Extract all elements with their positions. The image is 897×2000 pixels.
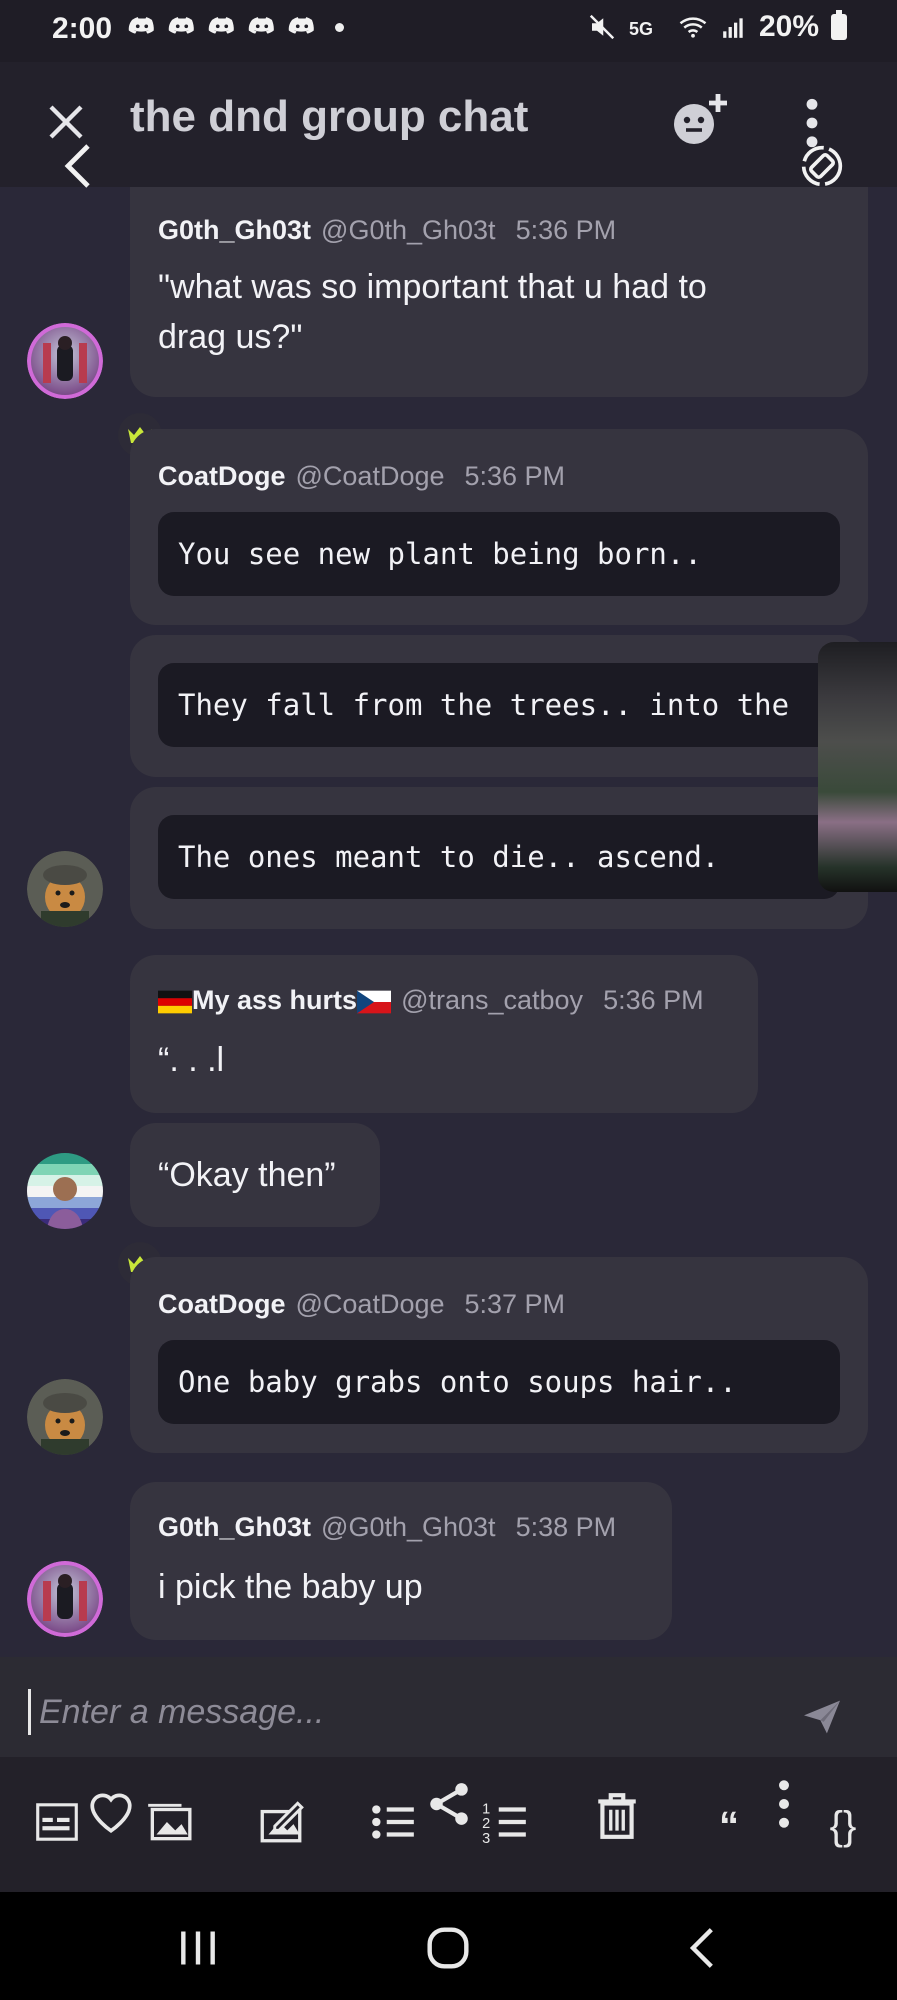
message-list[interactable]: G0th_Gh03t @G0th_Gh03t 5:36 PM "what was… — [0, 187, 897, 1657]
close-icon[interactable] — [46, 102, 86, 142]
battery-percent: 20% — [758, 10, 819, 43]
message-meta: G0th_Gh03t @G0th_Gh03t 5:36 PM — [158, 215, 616, 246]
czech-flag-icon — [357, 990, 392, 1014]
image-icon[interactable] — [144, 1797, 194, 1847]
message-text: i pick the baby up — [158, 1568, 423, 1606]
svg-text:3: 3 — [482, 1831, 490, 1847]
message-composer: Enter a message... — [0, 1657, 897, 1757]
code-block: You see new plant being born.. — [158, 512, 840, 596]
author-name[interactable]: G0th_Gh03t — [158, 215, 311, 246]
rotate-screen-icon[interactable] — [800, 144, 844, 188]
message-bubble[interactable]: They fall from the trees.. into the — [130, 635, 868, 777]
more-notifications-dot — [335, 22, 344, 32]
message-bubble[interactable]: My ass hurts @trans_catboy 5:36 PM “. . … — [130, 955, 758, 1113]
home-icon[interactable] — [426, 1926, 470, 1970]
message-bubble[interactable]: “Okay then” — [130, 1123, 380, 1227]
message-bubble[interactable]: CoatDoge @CoatDoge 5:37 PM One baby grab… — [130, 1257, 868, 1453]
author-name-with-flags[interactable]: My ass hurts — [158, 985, 392, 1016]
system-nav-bar — [0, 1892, 897, 2000]
message-input[interactable]: Enter a message... — [28, 1689, 324, 1735]
avatar[interactable] — [27, 1561, 103, 1637]
chevron-left-icon[interactable] — [64, 142, 92, 190]
recent-apps-icon[interactable] — [176, 1926, 220, 1970]
author-name[interactable]: G0th_Gh03t — [158, 1512, 311, 1543]
germany-flag-icon — [158, 990, 192, 1014]
code-block: One baby grabs onto soups hair.. — [158, 1340, 840, 1424]
svg-text:5G: 5G — [629, 19, 653, 39]
message-text-line: drag us?" — [158, 318, 303, 356]
formatting-toolbar: 123 “ {} — [0, 1757, 897, 1894]
chat-header: the dnd group chat — [0, 62, 897, 190]
message-meta: CoatDoge @CoatDoge 5:36 PM — [158, 461, 565, 492]
mute-icon — [589, 14, 615, 40]
back-nav-icon[interactable] — [682, 1926, 726, 1970]
message-bubble[interactable]: The ones meant to die.. ascend. — [130, 787, 868, 929]
add-member-icon[interactable] — [670, 92, 730, 148]
wifi-icon — [679, 17, 707, 38]
more-vertical-icon[interactable] — [800, 98, 824, 148]
author-name[interactable]: CoatDoge — [158, 1289, 286, 1320]
heart-icon[interactable] — [86, 1787, 136, 1837]
code-block: The ones meant to die.. ascend. — [158, 815, 840, 899]
discord-notification-icon — [208, 17, 234, 34]
more-icon[interactable] — [772, 1779, 796, 1829]
message-text: “Okay then” — [158, 1156, 336, 1194]
avatar[interactable] — [27, 1153, 103, 1229]
image-preview-thumbnail[interactable] — [818, 642, 897, 892]
author-handle: @CoatDoge — [295, 1289, 445, 1319]
battery-icon — [831, 10, 847, 40]
system-status-icons: 5G 20% — [587, 10, 847, 44]
discord-notification-icon — [168, 17, 194, 34]
message-time: 5:38 PM — [515, 1512, 617, 1542]
status-bar: 2:00 5G 20% — [0, 0, 897, 62]
message-text: "what was so important that u had to dra… — [158, 262, 707, 362]
author-handle: @G0th_Gh03t — [321, 1512, 496, 1542]
notification-icons — [125, 10, 344, 44]
message-meta: G0th_Gh03t @G0th_Gh03t 5:38 PM — [158, 1512, 616, 1543]
message-text: “. . .l — [158, 1041, 225, 1079]
message-time: 5:36 PM — [464, 461, 566, 491]
delete-icon[interactable] — [592, 1791, 642, 1841]
message-time: 5:37 PM — [464, 1289, 566, 1319]
send-icon[interactable] — [802, 1699, 842, 1735]
message-text-line: "what was so important that u had to — [158, 268, 707, 306]
message-time: 5:36 PM — [603, 985, 704, 1015]
avatar[interactable] — [27, 1379, 103, 1455]
message-meta: CoatDoge @CoatDoge 5:37 PM — [158, 1289, 565, 1320]
status-time: 2:00 — [52, 12, 113, 45]
avatar[interactable] — [27, 851, 103, 927]
message-bubble[interactable]: G0th_Gh03t @G0th_Gh03t 5:36 PM "what was… — [130, 187, 868, 397]
numbered-list-icon[interactable]: 123 — [480, 1797, 530, 1847]
bullet-list-icon[interactable] — [368, 1797, 418, 1847]
chat-title: the dnd group chat — [130, 92, 529, 141]
author-name[interactable]: CoatDoge — [158, 461, 286, 492]
message-bubble[interactable]: G0th_Gh03t @G0th_Gh03t 5:38 PM i pick th… — [130, 1482, 672, 1640]
cell-signal-icon — [723, 18, 743, 38]
author-handle: @trans_catboy — [401, 985, 584, 1015]
author-handle: @G0th_Gh03t — [321, 215, 496, 245]
message-time: 5:36 PM — [515, 215, 617, 245]
discord-notification-icon — [128, 17, 154, 34]
message-meta: My ass hurts @trans_catboy 5:36 PM — [158, 985, 704, 1016]
edit-image-icon[interactable] — [256, 1797, 306, 1847]
quote-icon[interactable]: “ — [704, 1801, 754, 1851]
share-icon[interactable] — [424, 1779, 474, 1829]
code-block: They fall from the trees.. into the — [158, 663, 840, 747]
discord-notification-icon — [288, 17, 314, 34]
spoiler-icon[interactable] — [32, 1797, 82, 1847]
message-bubble[interactable]: CoatDoge @CoatDoge 5:36 PM You see new p… — [130, 429, 868, 625]
discord-notification-icon — [248, 17, 274, 34]
author-name: My ass hurts — [192, 985, 358, 1015]
5g-signal-icon: 5G — [629, 19, 653, 39]
author-handle: @CoatDoge — [295, 461, 445, 491]
code-icon[interactable]: {} — [818, 1801, 868, 1851]
avatar[interactable] — [27, 323, 103, 399]
